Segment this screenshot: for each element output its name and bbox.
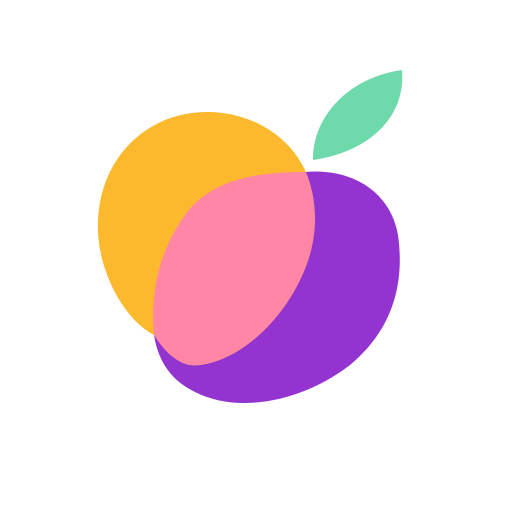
fruit-logo-icon: [97, 70, 403, 404]
leaf-shape: [312, 70, 403, 160]
app-icon: [0, 0, 512, 512]
